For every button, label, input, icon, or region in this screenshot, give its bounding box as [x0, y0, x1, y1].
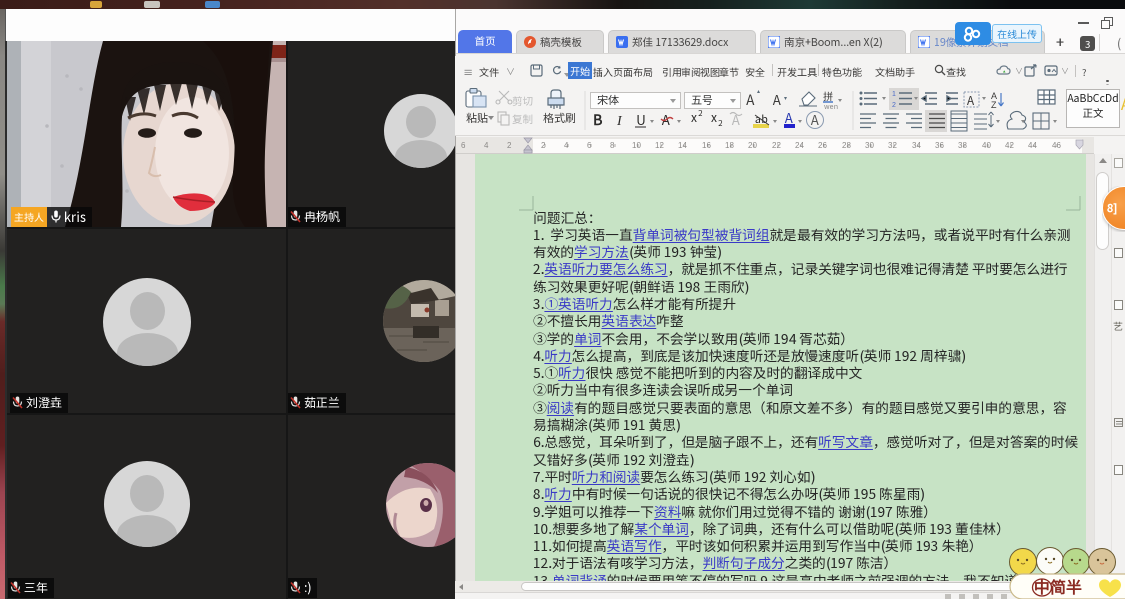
svg-text:2: 2: [698, 108, 703, 119]
svg-text:A: A: [811, 110, 819, 129]
svg-text:x: x: [691, 109, 697, 126]
svg-text:1: 1: [892, 91, 896, 98]
svg-text:wen: wen: [824, 102, 838, 112]
svg-text:I: I: [616, 114, 623, 129]
svg-text:A: A: [746, 90, 755, 110]
svg-text:2: 2: [718, 118, 723, 129]
svg-text:Z: Z: [991, 100, 997, 110]
svg-text:A: A: [773, 90, 781, 109]
svg-text:B: B: [593, 110, 603, 130]
svg-text:2: 2: [892, 102, 896, 109]
svg-text:U: U: [636, 110, 645, 129]
svg-text:A: A: [1120, 91, 1125, 115]
svg-text:A: A: [967, 92, 975, 109]
svg-text:x: x: [711, 109, 717, 126]
svg-text:拼: 拼: [823, 88, 834, 103]
svg-text:中简半: 中简半: [1034, 574, 1082, 598]
